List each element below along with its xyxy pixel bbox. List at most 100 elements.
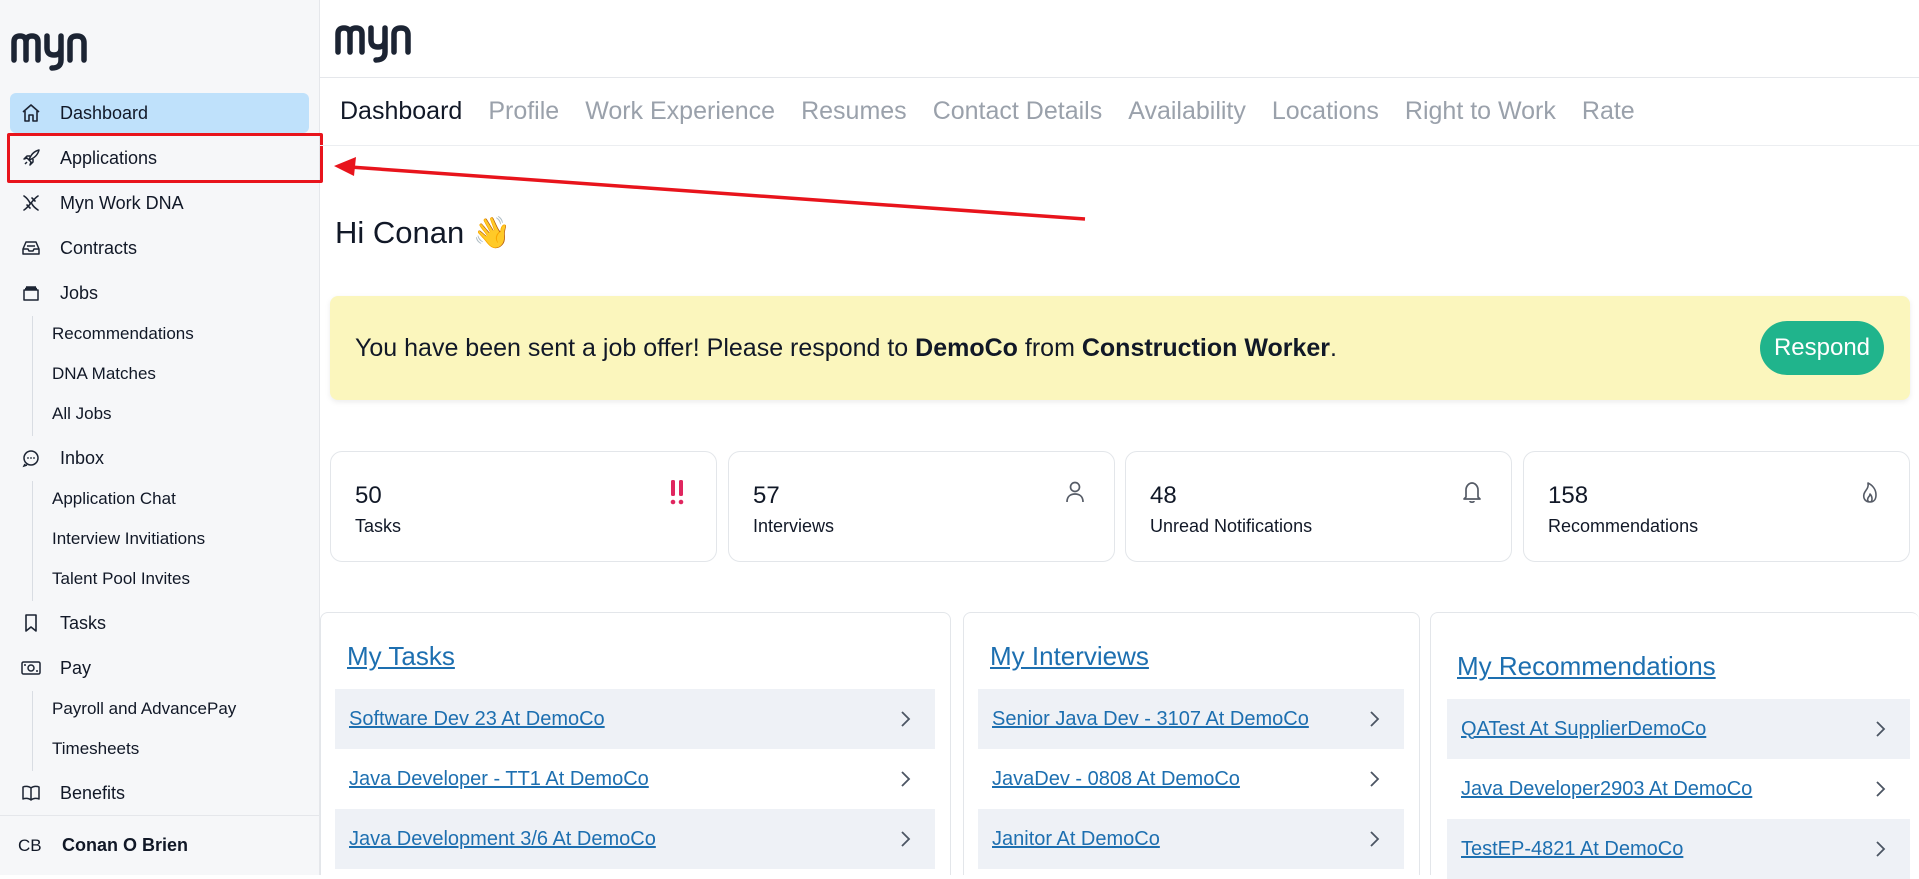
sidebar-item-label: Benefits	[60, 782, 126, 803]
task-row[interactable]: Software Dev 23 At DemoCo	[335, 689, 935, 749]
task-link[interactable]: Software Dev 23 At DemoCo	[349, 708, 605, 731]
chevron-right-icon	[1876, 721, 1886, 737]
interview-row[interactable]: Senior Java Dev - 3107 At DemoCo	[978, 689, 1404, 749]
stat-card-recommendations[interactable]: 158 Recommendations	[1523, 451, 1910, 562]
user-profile-footer[interactable]: CB Conan O Brien	[0, 815, 319, 875]
stat-card-notifications[interactable]: 48 Unread Notifications	[1125, 451, 1512, 562]
briefcase-icon	[20, 282, 42, 304]
my-tasks-panel: My Tasks Software Dev 23 At DemoCo Java …	[320, 612, 951, 875]
recommendation-row[interactable]: TestEP-4821 At DemoCo	[1447, 819, 1910, 879]
sidebar-item-label: Inbox	[60, 447, 105, 468]
inbox-subnav-guide	[32, 481, 33, 601]
sidebar-item-label: Applications	[60, 147, 158, 168]
recommendation-link[interactable]: Java Developer2903 At DemoCo	[1461, 778, 1752, 801]
interview-link[interactable]: Janitor At DemoCo	[992, 828, 1160, 851]
sidebar-item-label: Pay	[60, 657, 92, 678]
tab-right-to-work[interactable]: Right to Work	[1405, 97, 1556, 126]
recommendation-link[interactable]: QATest At SupplierDemoCo	[1461, 718, 1706, 741]
sidebar-subitem-timesheets[interactable]: Timesheets	[52, 731, 139, 767]
tab-contact-details[interactable]: Contact Details	[933, 97, 1103, 126]
sidebar-item-inbox[interactable]: Inbox	[10, 438, 309, 478]
home-icon	[20, 102, 42, 124]
tab-dashboard[interactable]: Dashboard	[340, 97, 462, 126]
sidebar-item-myn-work-dna[interactable]: Myn Work DNA	[10, 183, 309, 223]
tab-resumes[interactable]: Resumes	[801, 97, 907, 126]
sidebar-item-dashboard[interactable]: Dashboard	[10, 93, 309, 133]
tab-profile[interactable]: Profile	[488, 97, 559, 126]
sidebar-subitem-payroll-advancepay[interactable]: Payroll and AdvancePay	[52, 691, 236, 727]
sidebar-item-label: Myn Work DNA	[60, 192, 184, 213]
tab-availability[interactable]: Availability	[1128, 97, 1246, 126]
sidebar-item-contracts[interactable]: Contracts	[10, 228, 309, 268]
interview-link[interactable]: JavaDev - 0808 At DemoCo	[992, 768, 1240, 791]
stat-label: Unread Notifications	[1150, 516, 1313, 536]
dna-icon	[20, 192, 42, 214]
stat-card-tasks[interactable]: 50 Tasks	[330, 451, 717, 562]
interview-row[interactable]: JavaDev - 0808 At DemoCo	[978, 749, 1404, 809]
myn-logo-mark	[11, 33, 87, 71]
pay-subnav-guide	[32, 691, 33, 771]
my-recommendations-title[interactable]: My Recommendations	[1457, 651, 1716, 682]
interview-row[interactable]: Janitor At DemoCo	[978, 809, 1404, 869]
sidebar-item-pay[interactable]: Pay	[10, 648, 309, 688]
recommendation-link[interactable]: TestEP-4821 At DemoCo	[1461, 838, 1683, 861]
sidebar-subitem-all-jobs[interactable]: All Jobs	[52, 396, 112, 432]
sidebar-subitem-application-chat[interactable]: Application Chat	[52, 481, 176, 517]
rocket-icon	[20, 147, 42, 169]
sidebar-subitem-recommendations[interactable]: Recommendations	[52, 316, 194, 352]
job-offer-banner: You have been sent a job offer! Please r…	[330, 296, 1910, 400]
tab-rate[interactable]: Rate	[1582, 97, 1635, 126]
my-interviews-panel: My Interviews Senior Java Dev - 3107 At …	[963, 612, 1420, 875]
sidebar-item-label: Dashboard	[60, 102, 149, 123]
flame-icon	[1857, 478, 1883, 506]
recommendation-row[interactable]: QATest At SupplierDemoCo	[1447, 699, 1910, 759]
task-row[interactable]: Java Development 3/6 At DemoCo	[335, 809, 935, 869]
money-icon	[20, 657, 42, 679]
recommendation-row[interactable]: Java Developer2903 At DemoCo	[1447, 759, 1910, 819]
offer-company: DemoCo	[915, 333, 1018, 362]
double-exclamation-icon	[664, 478, 690, 506]
offer-job-title: Construction Worker	[1081, 333, 1331, 362]
myn-logo[interactable]	[335, 18, 423, 69]
stat-value: 48	[1150, 482, 1177, 509]
sidebar-item-benefits[interactable]: Benefits	[10, 773, 309, 813]
inbox-tray-icon	[20, 237, 42, 259]
sidebar-item-tasks[interactable]: Tasks	[10, 603, 309, 643]
sidebar-item-jobs[interactable]: Jobs	[10, 273, 309, 313]
sidebar-subitem-dna-matches[interactable]: DNA Matches	[52, 356, 156, 392]
sidebar-subitem-interview-invitations[interactable]: Interview Invitiations	[52, 521, 205, 557]
chat-bubble-icon	[20, 447, 42, 469]
stat-card-interviews[interactable]: 57 Interviews	[728, 451, 1115, 562]
jobs-subnav-guide	[32, 316, 33, 436]
tab-locations[interactable]: Locations	[1272, 97, 1379, 126]
top-bar	[320, 0, 1919, 78]
stat-label: Interviews	[753, 516, 835, 536]
chevron-right-icon	[1876, 781, 1886, 797]
my-interviews-title[interactable]: My Interviews	[990, 641, 1149, 672]
stat-label: Recommendations	[1548, 516, 1699, 536]
task-row[interactable]: Java Developer - TT1 At DemoCo	[335, 749, 935, 809]
user-initials: CB	[18, 835, 42, 855]
stat-value: 57	[753, 482, 780, 509]
stat-label: Tasks	[355, 516, 402, 536]
chevron-right-icon	[1370, 831, 1380, 847]
chevron-right-icon	[1370, 771, 1380, 787]
job-offer-message: You have been sent a job offer! Please r…	[355, 334, 1337, 363]
offer-prefix: You have been sent a job offer! Please r…	[355, 333, 916, 362]
my-recommendations-panel: My Recommendations QATest At SupplierDem…	[1430, 612, 1919, 879]
interview-link[interactable]: Senior Java Dev - 3107 At DemoCo	[992, 708, 1309, 731]
stat-value: 50	[355, 482, 382, 509]
sidebar-subitem-talent-pool-invites[interactable]: Talent Pool Invites	[52, 561, 190, 597]
respond-button[interactable]: Respond	[1760, 321, 1884, 375]
bell-icon	[1459, 478, 1485, 506]
profile-tabs: Dashboard Profile Work Experience Resume…	[320, 78, 1919, 146]
task-link[interactable]: Java Development 3/6 At DemoCo	[349, 828, 656, 851]
tab-work-experience[interactable]: Work Experience	[585, 97, 775, 126]
greeting-heading: Hi Conan 👋	[335, 215, 512, 250]
myn-logo-mark	[335, 25, 411, 63]
sidebar-item-label: Jobs	[60, 282, 99, 303]
sidebar-item-applications[interactable]: Applications	[7, 133, 323, 183]
my-tasks-title[interactable]: My Tasks	[347, 641, 455, 672]
task-link[interactable]: Java Developer - TT1 At DemoCo	[349, 768, 649, 791]
myn-logo[interactable]	[11, 26, 101, 76]
